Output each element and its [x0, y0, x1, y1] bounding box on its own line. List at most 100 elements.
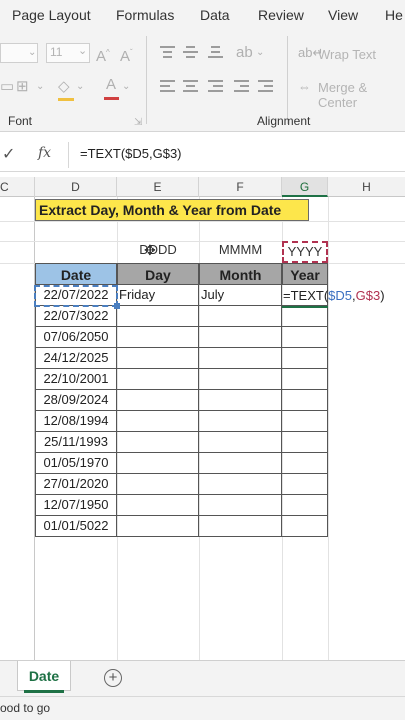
month-header[interactable]: Month: [199, 263, 282, 285]
day-cell[interactable]: [117, 411, 199, 432]
column-header-f[interactable]: F: [199, 177, 282, 197]
date-cell[interactable]: 07/06/2050: [35, 327, 117, 348]
orientation-icon[interactable]: ab: [236, 44, 253, 62]
year-cell[interactable]: [282, 516, 328, 537]
date-cell[interactable]: 12/07/1950: [35, 495, 117, 516]
year-format-reference[interactable]: YYYY: [282, 241, 328, 263]
font-size-dropdown[interactable]: 11 ⌄: [46, 43, 90, 63]
day-cell[interactable]: [117, 348, 199, 369]
date-cell[interactable]: 22/07/3022: [35, 306, 117, 327]
column-header-e[interactable]: E: [117, 177, 199, 197]
align-bottom-icon[interactable]: [208, 46, 223, 58]
month-cell[interactable]: July: [199, 285, 282, 306]
sheet-title-cell[interactable]: Extract Day, Month & Year from Date: [35, 199, 309, 221]
year-cell[interactable]: [282, 411, 328, 432]
day-cell[interactable]: [117, 390, 199, 411]
fill-handle[interactable]: [114, 303, 120, 309]
year-cell[interactable]: [282, 474, 328, 495]
month-cell[interactable]: [199, 306, 282, 327]
month-cell[interactable]: [199, 432, 282, 453]
wrap-text-button[interactable]: Wrap Text: [318, 47, 376, 62]
tab-help[interactable]: He: [385, 7, 403, 23]
date-cell[interactable]: 24/12/2025: [35, 348, 117, 369]
month-cell[interactable]: [199, 495, 282, 516]
dialog-launcher-icon[interactable]: ⇲: [134, 114, 142, 132]
ribbon-tab-bar: Page Layout Formulas Data Review View He: [0, 0, 405, 32]
align-right-icon[interactable]: [208, 80, 223, 92]
font-color-icon[interactable]: A: [106, 76, 116, 94]
month-cell[interactable]: [199, 411, 282, 432]
column-header-h[interactable]: H: [328, 177, 405, 197]
year-cell[interactable]: [282, 495, 328, 516]
insert-function-icon[interactable]: fx: [38, 145, 51, 161]
align-left-icon[interactable]: [160, 80, 175, 92]
align-top-icon[interactable]: [160, 46, 175, 58]
ribbon-separator: [287, 36, 288, 124]
format-dropdown-icon[interactable]: ▭: [0, 78, 14, 96]
year-cell[interactable]: [282, 327, 328, 348]
align-middle-icon[interactable]: [183, 46, 198, 58]
month-cell[interactable]: [199, 390, 282, 411]
chevron-down-icon: ⌄: [36, 81, 45, 92]
day-cell[interactable]: Friday: [117, 285, 199, 306]
date-cell[interactable]: 28/09/2024: [35, 390, 117, 411]
year-cell[interactable]: [282, 348, 328, 369]
year-cell[interactable]: [282, 306, 328, 327]
fill-color-icon[interactable]: ◇: [58, 78, 70, 96]
tab-formulas[interactable]: Formulas: [116, 7, 174, 23]
decrease-font-icon[interactable]: Aˇ: [120, 44, 133, 66]
column-header-c[interactable]: C: [0, 177, 35, 197]
month-format-code[interactable]: MMMM: [199, 242, 282, 257]
day-format-code[interactable]: DDDD: [117, 242, 199, 257]
alignment-group-label: Alignment: [257, 114, 311, 128]
formula-input[interactable]: =TEXT($D5,G$3): [80, 146, 182, 161]
align-center-icon[interactable]: [183, 80, 198, 92]
date-cell[interactable]: 22/10/2001: [35, 369, 117, 390]
borders-icon[interactable]: ⊞: [16, 78, 29, 96]
day-cell[interactable]: [117, 369, 199, 390]
tab-review[interactable]: Review: [258, 7, 304, 23]
date-header[interactable]: Date: [35, 263, 117, 285]
month-cell[interactable]: [199, 453, 282, 474]
day-cell[interactable]: [117, 306, 199, 327]
editing-formula-cell[interactable]: =TEXT($D5,G$3): [283, 286, 385, 306]
increase-font-icon[interactable]: A^: [96, 44, 110, 66]
merge-center-button[interactable]: Merge & Center: [318, 80, 405, 110]
month-cell[interactable]: [199, 516, 282, 537]
month-cell[interactable]: [199, 327, 282, 348]
date-cell[interactable]: 01/05/1970: [35, 453, 117, 474]
day-cell[interactable]: [117, 453, 199, 474]
formula-function: =TEXT(: [283, 288, 329, 303]
date-cell[interactable]: 01/01/5022: [35, 516, 117, 537]
month-cell[interactable]: [199, 348, 282, 369]
column-header-g[interactable]: G: [282, 177, 328, 197]
column-header-d[interactable]: D: [35, 177, 117, 197]
year-header[interactable]: Year: [282, 263, 328, 285]
day-header[interactable]: Day: [117, 263, 199, 285]
day-cell[interactable]: [117, 432, 199, 453]
tab-data[interactable]: Data: [200, 7, 230, 23]
sheet-tab-date[interactable]: Date: [17, 661, 71, 691]
date-cell[interactable]: 27/01/2020: [35, 474, 117, 495]
formula-ref-format: G$3: [355, 288, 381, 303]
year-cell[interactable]: [282, 390, 328, 411]
year-cell[interactable]: [282, 432, 328, 453]
check-icon[interactable]: ✓: [2, 144, 15, 164]
add-sheet-button[interactable]: +: [104, 669, 122, 687]
merge-center-icon: ⇔: [298, 79, 311, 94]
month-cell[interactable]: [199, 369, 282, 390]
month-cell[interactable]: [199, 474, 282, 495]
increase-indent-icon[interactable]: [258, 80, 273, 92]
date-cell[interactable]: 12/08/1994: [35, 411, 117, 432]
day-cell[interactable]: [117, 474, 199, 495]
decrease-indent-icon[interactable]: [234, 80, 249, 92]
date-cell[interactable]: 25/11/1993: [35, 432, 117, 453]
day-cell[interactable]: [117, 495, 199, 516]
day-cell[interactable]: [117, 327, 199, 348]
font-group-label: Font: [8, 114, 33, 128]
day-cell[interactable]: [117, 516, 199, 537]
tab-view[interactable]: View: [328, 7, 358, 23]
tab-page-layout[interactable]: Page Layout: [12, 7, 91, 23]
year-cell[interactable]: [282, 369, 328, 390]
year-cell[interactable]: [282, 453, 328, 474]
